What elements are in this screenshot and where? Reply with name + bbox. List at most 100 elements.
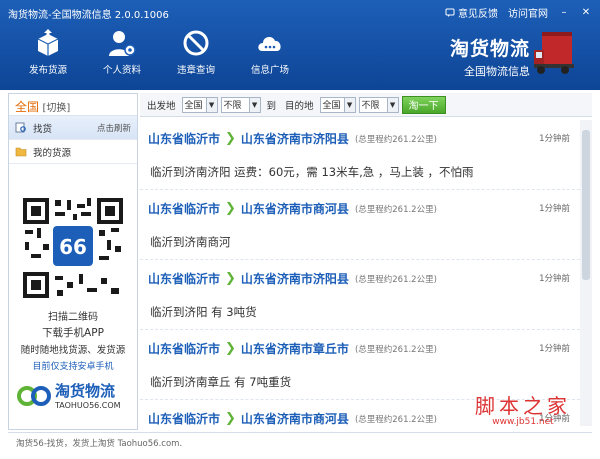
destination-text: 山东省济南市济阳县 [240, 132, 349, 146]
origin-label: 出发地 [147, 100, 176, 112]
scrollbar-thumb[interactable] [582, 130, 590, 280]
website-label: 访问官网 [508, 9, 548, 20]
switch-city-link[interactable]: [切换] [43, 103, 71, 114]
list-item[interactable]: 山东省临沂市 ❯ 山东省济南市济阳县 (总里程约261.2公里) 1分钟前 临沂… [140, 260, 580, 330]
origin-text: 山东省临沂市 [148, 272, 221, 286]
current-city: 全国 [15, 100, 40, 114]
logo-name: 淘货物流 [55, 382, 116, 400]
refresh-hint[interactable]: 点击刷新 [97, 122, 131, 134]
qr-code: 66 [21, 196, 125, 300]
qr-caption: 扫描二维码 [48, 312, 98, 323]
top-right-links: 意见反馈 访问官网 – ✕ [445, 5, 592, 20]
main-nav: 发布货源 个人资料 违章查询 信息广场 [20, 28, 298, 76]
minimize-icon[interactable]: – [558, 7, 570, 18]
user-gear-icon [105, 28, 139, 58]
destination-text: 山东省济南市商河县 [240, 412, 349, 426]
sidebar-item-label: 我的货源 [33, 147, 72, 159]
close-icon[interactable]: ✕ [580, 7, 592, 18]
dest-city-select[interactable]: 不限 ▼ [358, 96, 399, 113]
box-upload-icon [31, 28, 65, 58]
status-bar: 淘货56-找货，发货上淘货 Taohuo56.com. [8, 432, 592, 452]
route: 山东省临沂市 ❯ 山东省济南市济阳县 (总里程约261.2公里) [148, 270, 437, 287]
origin-city-select[interactable]: 不限 ▼ [220, 96, 261, 113]
feedback-label: 意见反馈 [458, 9, 498, 20]
destination-text: 山东省济南市济阳县 [240, 272, 349, 286]
watermark-name: 脚本之家 [475, 394, 571, 418]
chevron-right-icon: ❯ [225, 411, 236, 426]
nav-profile[interactable]: 个人资料 [94, 28, 150, 76]
nav-label: 发布货源 [28, 65, 67, 76]
chevron-right-icon: ❯ [225, 341, 236, 356]
nav-label: 信息广场 [250, 65, 289, 76]
nav-label: 违章查询 [176, 65, 215, 76]
timestamp: 1分钟前 [539, 204, 570, 214]
to-label: 到 [266, 100, 277, 112]
nav-label: 个人资料 [102, 65, 141, 76]
chevron-down-icon: ▼ [205, 97, 217, 112]
timestamp: 1分钟前 [539, 344, 570, 354]
brand-name: 淘货物流 [449, 38, 530, 60]
chevron-right-icon: ❯ [225, 201, 236, 216]
feedback-link[interactable]: 意见反馈 [445, 5, 498, 20]
status-text: 淘货56-找货，发货上淘货 Taohuo56.com. [16, 439, 183, 449]
list-item[interactable]: 山东省临沂市 ❯ 山东省济南市济阳县 (总里程约261.2公里) 1分钟前 临沂… [140, 120, 580, 190]
distance-text: (总里程约261.2公里) [354, 204, 437, 215]
cargo-description: 临沂到济南济阳 运费：60元，需 13米车,急 ，马上装 ，不怕雨 [150, 165, 474, 179]
cargo-description: 临沂到济南商河 [150, 235, 231, 249]
timestamp: 1分钟前 [539, 274, 570, 284]
sidebar-item-label: 找货 [33, 123, 53, 135]
dest-label: 目的地 [285, 100, 314, 112]
cloud-icon [253, 28, 287, 58]
route: 山东省临沂市 ❯ 山东省济南市济阳县 (总里程约261.2公里) [148, 130, 437, 147]
sidebar-item-find-cargo[interactable]: 找货 点击刷新 [9, 116, 137, 140]
sidebar: 全国 [切换] 找货 点击刷新 我的货源 66 扫描二维码 下载手机APP 随时… [8, 93, 138, 430]
origin-text: 山东省临沂市 [148, 202, 221, 216]
brand-subtitle: 全国物流信息 [464, 65, 530, 78]
no-entry-icon [179, 28, 213, 58]
truck-icon [534, 32, 574, 74]
brand: 淘货物流 全国物流信息 [450, 34, 530, 79]
dest-city-value: 不限 [361, 101, 380, 111]
destination-text: 山东省济南市商河县 [240, 202, 349, 216]
route: 山东省临沂市 ❯ 山东省济南市商河县 (总里程约261.2公里) [148, 200, 437, 217]
distance-text: (总里程约261.2公里) [354, 414, 437, 425]
chevron-down-icon: ▼ [248, 97, 260, 112]
distance-text: (总里程约261.2公里) [354, 344, 437, 355]
origin-province-select[interactable]: 全国 ▼ [181, 96, 218, 113]
filter-bar: 出发地 全国 ▼ 不限 ▼ 到 目的地 全国 ▼ 不限 ▼ 淘一下 [140, 93, 592, 117]
origin-city-value: 不限 [223, 101, 242, 111]
app-header: 淘货物流-全国物流信息 2.0.0.1006 意见反馈 访问官网 – ✕ 发布货… [0, 0, 600, 90]
dest-province-value: 全国 [322, 101, 341, 111]
website-link[interactable]: 访问官网 [508, 5, 548, 20]
chevron-right-icon: ❯ [225, 271, 236, 286]
dest-province-select[interactable]: 全国 ▼ [319, 96, 356, 113]
sidebar-item-my-cargo[interactable]: 我的货源 [9, 140, 137, 164]
route: 山东省临沂市 ❯ 山东省济南市商河县 (总里程约261.2公里) [148, 410, 437, 426]
chevron-right-icon: ❯ [225, 131, 236, 146]
cargo-list: 山东省临沂市 ❯ 山东省济南市济阳县 (总里程约261.2公里) 1分钟前 临沂… [140, 120, 580, 426]
list-scrollbar[interactable] [580, 120, 592, 426]
company-logo: 淘货物流 TAOHUO56.COM [17, 380, 121, 410]
city-selector[interactable]: 全国 [切换] [9, 94, 137, 116]
origin-text: 山东省临沂市 [148, 132, 221, 146]
nav-info-square[interactable]: 信息广场 [242, 28, 298, 76]
route: 山东省临沂市 ❯ 山东省济南市章丘市 (总里程约261.2公里) [148, 340, 437, 357]
cargo-description: 临沂到济阳 有 3吨货 [150, 305, 257, 319]
nav-publish-cargo[interactable]: 发布货源 [20, 28, 76, 76]
android-support-text: 目前仅支持安卓手机 [32, 362, 114, 372]
search-button[interactable]: 淘一下 [401, 95, 446, 114]
distance-text: (总里程约261.2公里) [354, 134, 437, 145]
distance-text: (总里程约261.2公里) [354, 274, 437, 285]
slogan-text: 随时随地找货源、发货源 [20, 345, 126, 356]
list-item[interactable]: 山东省临沂市 ❯ 山东省济南市商河县 (总里程约261.2公里) 1分钟前 临沂… [140, 190, 580, 260]
folder-icon [15, 147, 27, 157]
chevron-down-icon: ▼ [386, 97, 398, 112]
nav-violation-query[interactable]: 违章查询 [168, 28, 224, 76]
search-doc-icon [15, 122, 26, 133]
window-title: 淘货物流-全国物流信息 2.0.0.1006 [8, 10, 169, 21]
logo-url: TAOHUO56.COM [55, 401, 121, 410]
cargo-description: 临沂到济南章丘 有 7吨重货 [150, 375, 292, 389]
chevron-down-icon: ▼ [343, 97, 355, 112]
feedback-icon [445, 8, 455, 17]
origin-text: 山东省临沂市 [148, 412, 221, 426]
